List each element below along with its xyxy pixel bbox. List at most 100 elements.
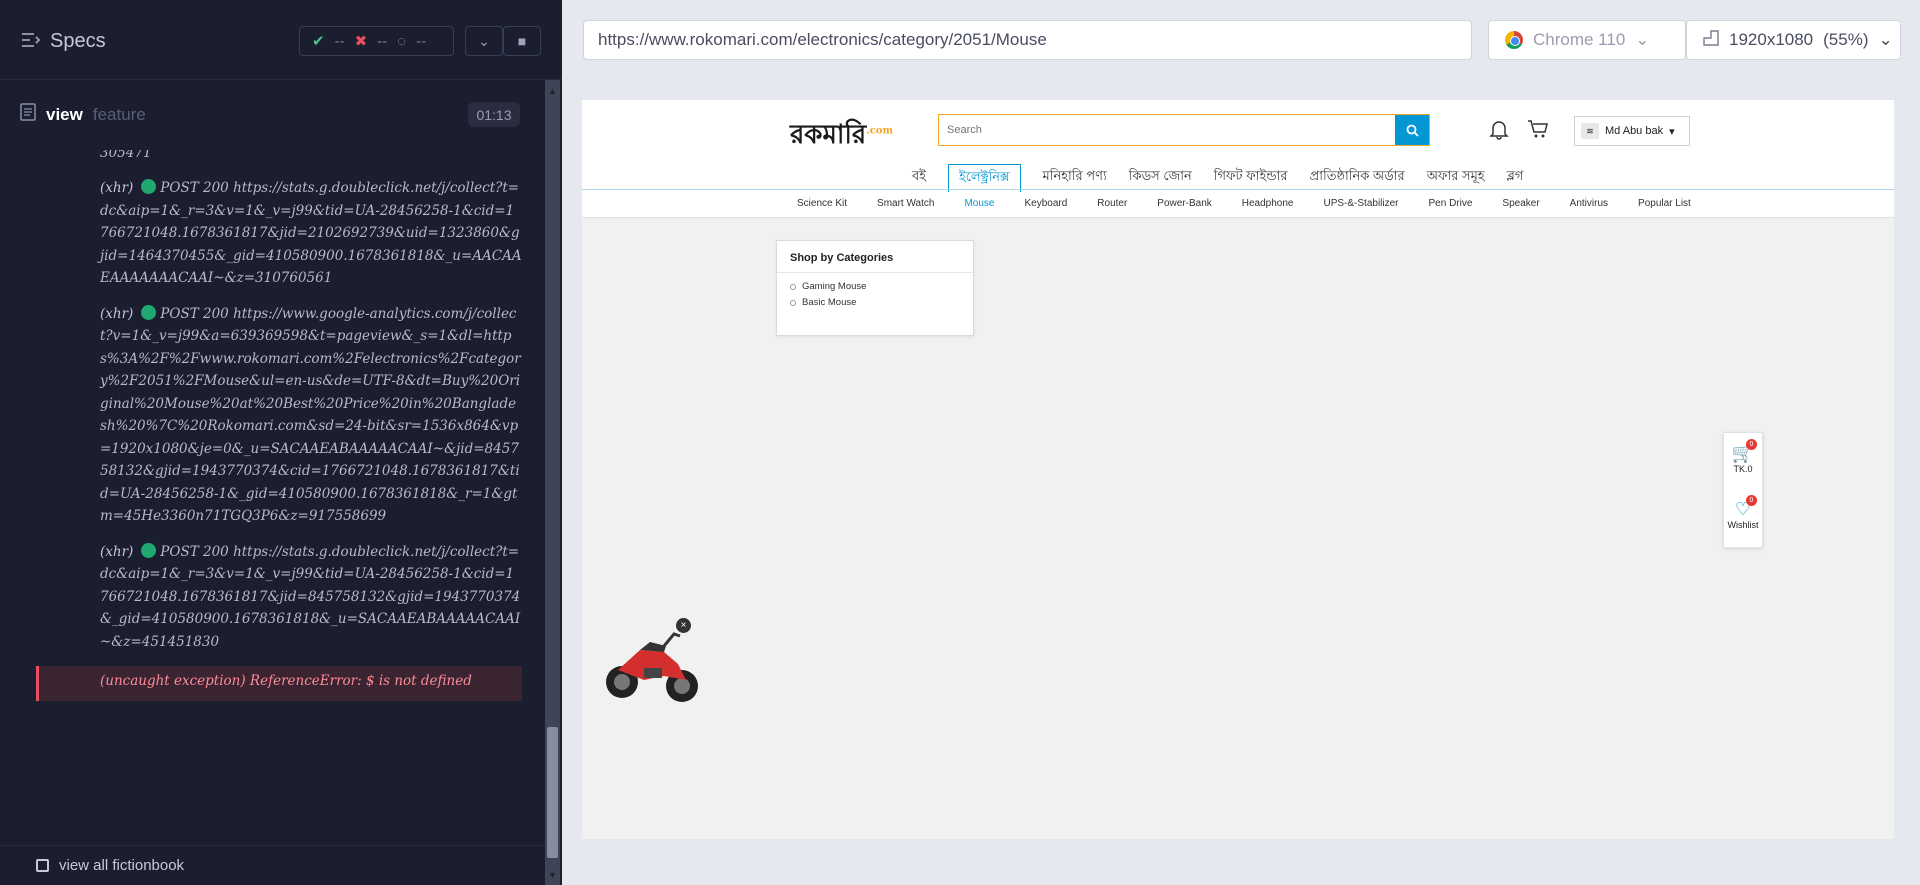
log-method: POST 200 <box>160 305 229 322</box>
category-nav: বই ইলেক্ট্রনিক্স মনিহারি পণ্য কিডস জোন গ… <box>912 164 1523 192</box>
radio-icon[interactable] <box>790 283 796 290</box>
test-stats: ✔ -- ✖ -- ◌ -- <box>299 26 454 56</box>
scroll-down-icon[interactable]: ▼ <box>548 870 557 880</box>
search-icon <box>1406 124 1419 137</box>
chevron-down-icon: ⌄ <box>478 32 490 49</box>
viewport-zoom: (55%) <box>1823 30 1869 49</box>
log-cut-line: 305471 <box>100 150 152 161</box>
category-link[interactable]: কিডস জোন <box>1129 164 1192 192</box>
scroll-up-icon[interactable]: ▲ <box>548 86 557 96</box>
run-timer: 01:13 <box>468 102 520 127</box>
status-dot-icon <box>141 304 157 320</box>
test-runner-panel: Specs ✔ -- ✖ -- ◌ -- ⌄ ■ view feature 01:13… <box>0 0 562 885</box>
browser-selector[interactable]: Chrome 110 ⌄ <box>1488 20 1686 60</box>
specs-label: Specs <box>50 30 106 52</box>
search-button[interactable] <box>1395 115 1429 145</box>
category-link-active[interactable]: ইলেক্ট্রনিক্স <box>948 164 1021 192</box>
floating-wishlist[interactable]: ♡ 0 Wishlist <box>1724 489 1762 545</box>
wishlist-badge: 0 <box>1746 495 1757 506</box>
nav-divider <box>582 189 1894 190</box>
motorbike-ad-image[interactable] <box>604 620 700 708</box>
check-icon: ✔ <box>312 33 325 50</box>
subcategory-link[interactable]: Smart Watch <box>877 198 934 209</box>
chevron-down-icon: ⌄ <box>1878 30 1893 49</box>
runner-header: Specs ✔ -- ✖ -- ◌ -- ⌄ ■ <box>0 0 562 80</box>
category-link[interactable]: বই <box>912 164 926 192</box>
caret-down-icon: ▾ <box>1669 125 1675 138</box>
subcategory-link[interactable]: Antivirus <box>1570 198 1608 209</box>
status-dot-icon <box>141 179 157 194</box>
viewport-selector[interactable]: 1920x1080 (55%) ⌄ <box>1686 20 1901 60</box>
cart-icon[interactable] <box>1527 118 1549 146</box>
shop-by-categories: Shop by Categories Gaming Mouse Basic Mo… <box>776 240 974 336</box>
status-dot-icon <box>141 542 157 558</box>
spec-suffix: feature <box>92 104 146 124</box>
log-method: POST 200 <box>160 180 229 196</box>
specs-toggle[interactable]: Specs <box>22 30 106 53</box>
scroll-thumb[interactable] <box>547 727 558 858</box>
failed-count: -- <box>377 32 388 50</box>
logo-text: রকমারি <box>790 120 867 150</box>
user-menu-button[interactable]: ≋ Md Abu bak ▾ <box>1574 116 1690 146</box>
menu-icon <box>22 30 41 53</box>
subcategory-nav: Science Kit Smart Watch Mouse Keyboard R… <box>797 198 1691 209</box>
subcategory-link[interactable]: Keyboard <box>1024 198 1067 209</box>
log-tag: (xhr) <box>100 180 134 196</box>
view-all-checkbox[interactable] <box>36 859 49 872</box>
close-ad-icon[interactable]: × <box>676 618 691 633</box>
browser-name: Chrome 110 <box>1533 30 1626 49</box>
command-log: 305471 (xhr) POST 200 https://stats.g.dou… <box>36 150 522 830</box>
subcategory-link[interactable]: Popular List <box>1638 198 1691 209</box>
search-input[interactable] <box>939 115 1395 145</box>
category-option[interactable]: Gaming Mouse <box>790 281 973 292</box>
log-tag: (xhr) <box>100 543 134 560</box>
category-option-label: Gaming Mouse <box>802 281 867 292</box>
subcategory-link[interactable]: Power-Bank <box>1157 198 1211 209</box>
chrome-icon <box>1505 31 1523 49</box>
document-icon <box>20 103 36 126</box>
subcategory-link[interactable]: Headphone <box>1242 198 1294 209</box>
subcategory-link[interactable]: Speaker <box>1502 198 1539 209</box>
log-entry[interactable]: (xhr) POST 200 https://www.google-analyti… <box>36 303 522 528</box>
category-option[interactable]: Basic Mouse <box>790 297 973 308</box>
site-header: রকমারি.com ≋ Md Abu bak ▾ বই ইলেক্ট্রনিক… <box>582 100 1894 218</box>
logo-suffix: .com <box>866 125 894 137</box>
cart-badge: 0 <box>1746 439 1757 450</box>
category-link[interactable]: ব্লগ <box>1507 164 1524 192</box>
stop-button[interactable]: ■ <box>503 26 541 56</box>
site-logo[interactable]: রকমারি.com <box>790 114 893 158</box>
view-all-toggle[interactable]: view all fictionbook <box>0 845 545 885</box>
floating-cart[interactable]: 🛒 0 TK.0 <box>1724 433 1762 489</box>
subcategory-link[interactable]: Pen Drive <box>1429 198 1473 209</box>
log-method: POST 200 <box>160 543 229 560</box>
log-entry[interactable]: (xhr) POST 200 https://stats.g.doubleclic… <box>36 541 522 654</box>
category-link[interactable]: মনিহারি পণ্য <box>1043 164 1107 192</box>
category-link[interactable]: অফার সমূহ <box>1427 164 1485 192</box>
floating-cart-widget: 🛒 0 TK.0 ♡ 0 Wishlist <box>1723 432 1763 548</box>
cart-total: TK.0 <box>1733 464 1753 474</box>
user-name: Md Abu bak <box>1605 125 1664 137</box>
bell-icon[interactable] <box>1488 118 1510 146</box>
log-error[interactable]: (uncaught exception) ReferenceError: $ i… <box>36 666 522 701</box>
passed-count: -- <box>334 32 345 50</box>
log-tag: (xhr) <box>100 305 134 322</box>
chevron-down-icon: ⌄ <box>1635 30 1650 49</box>
subcategory-link-active[interactable]: Mouse <box>964 198 994 209</box>
log-entry[interactable]: (xhr) POST 200 https://stats.g.doubleclic… <box>36 177 522 290</box>
radio-icon[interactable] <box>790 299 796 306</box>
spec-title: view feature <box>20 103 146 126</box>
x-icon: ✖ <box>354 33 368 50</box>
log-url: https://www.google-analytics.com/j/colle… <box>100 305 521 525</box>
subcategory-link[interactable]: UPS-&-Stabilizer <box>1323 198 1398 209</box>
subcategory-link[interactable]: Router <box>1097 198 1127 209</box>
wishlist-label: Wishlist <box>1727 520 1759 530</box>
category-option-label: Basic Mouse <box>802 297 857 308</box>
subcategory-link[interactable]: Science Kit <box>797 198 847 209</box>
stop-icon: ■ <box>517 33 527 49</box>
chevron-down-button[interactable]: ⌄ <box>465 26 503 56</box>
category-link[interactable]: প্রাতিষ্ঠানিক অর্ডার <box>1310 164 1405 192</box>
spec-name: view <box>46 104 83 124</box>
category-link[interactable]: গিফট ফাইন্ডার <box>1214 164 1288 192</box>
url-bar[interactable]: https://www.rokomari.com/electronics/cat… <box>583 20 1472 60</box>
shop-by-title: Shop by Categories <box>777 241 973 273</box>
